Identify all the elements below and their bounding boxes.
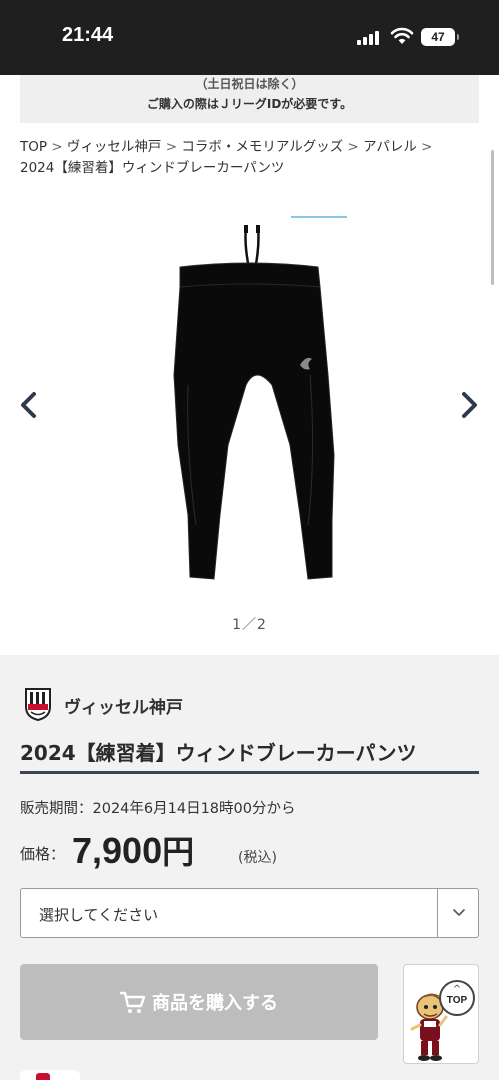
breadcrumb-separator: > bbox=[165, 139, 178, 155]
buy-button[interactable]: 商品を購入する bbox=[20, 964, 378, 1040]
title-divider bbox=[20, 771, 479, 774]
breadcrumb: TOP > ヴィッセル神戸 > コラボ・メモリアルグッズ > アパレル > 20… bbox=[20, 137, 480, 179]
price-currency: 円 bbox=[162, 833, 195, 871]
buy-button-label: 商品を購入する bbox=[152, 993, 278, 1014]
battery-icon: 47 bbox=[421, 28, 459, 46]
club-name[interactable]: ヴィッセル神戸 bbox=[64, 693, 183, 718]
gallery-active-indicator bbox=[291, 216, 347, 218]
club-emblem-icon bbox=[24, 687, 52, 722]
status-time: 21:44 bbox=[62, 24, 114, 46]
sale-period: 販売期間：2024年6月14日18時00分から bbox=[20, 801, 296, 817]
price-tax-note: (税込) bbox=[238, 850, 277, 866]
breadcrumb-subcategory[interactable]: アパレル bbox=[363, 139, 417, 155]
breadcrumb-separator: > bbox=[347, 139, 359, 155]
select-divider bbox=[437, 889, 438, 937]
breadcrumb-top[interactable]: TOP bbox=[20, 139, 47, 155]
product-image bbox=[160, 225, 340, 595]
back-to-top-widget[interactable]: ^ TOP bbox=[403, 964, 479, 1064]
notice-line-1: （土日祝日は除く） bbox=[195, 77, 304, 91]
status-bar: 21:44 47 bbox=[0, 0, 499, 75]
buy-button-content: 商品を購入する bbox=[20, 989, 378, 1015]
breadcrumb-category[interactable]: コラボ・メモリアルグッズ bbox=[181, 139, 343, 155]
breadcrumb-club[interactable]: ヴィッセル神戸 bbox=[67, 139, 162, 155]
back-to-top-button[interactable]: ^ TOP bbox=[439, 980, 475, 1016]
signal-icon bbox=[357, 31, 383, 45]
cart-icon bbox=[120, 991, 146, 1013]
chevron-right-icon bbox=[462, 392, 477, 418]
price-value: 7,900円 bbox=[72, 827, 194, 873]
notice-banner: （土日祝日は除く） ご購入の際はＪリーグIDが必要です。 bbox=[20, 75, 479, 123]
next-section-peek bbox=[20, 1070, 80, 1080]
variant-select-value: 選択してください bbox=[39, 906, 159, 924]
back-to-top-label: TOP bbox=[446, 995, 468, 1006]
variant-select[interactable]: 選択してください bbox=[20, 888, 479, 938]
breadcrumb-separator: > bbox=[51, 139, 63, 155]
breadcrumb-current: 2024【練習着】ウィンドブレーカーパンツ bbox=[20, 160, 285, 176]
notice-line-2: ご購入の際はＪリーグIDが必要です。 bbox=[146, 97, 353, 111]
gallery-next-button[interactable] bbox=[456, 390, 482, 420]
gallery-prev-button[interactable] bbox=[16, 390, 42, 420]
product-info-panel: ヴィッセル神戸 2024【練習着】ウィンドブレーカーパンツ 販売期間：2024年… bbox=[0, 655, 499, 1080]
product-title: 2024【練習着】ウィンドブレーカーパンツ bbox=[20, 741, 417, 765]
breadcrumb-separator: > bbox=[421, 139, 433, 155]
price-label: 価格： bbox=[20, 845, 66, 863]
gallery-pager: 1／2 bbox=[232, 617, 267, 633]
product-gallery: 1／2 bbox=[0, 190, 499, 650]
chevron-left-icon bbox=[21, 392, 36, 418]
chevron-up-icon: ^ bbox=[452, 984, 462, 995]
wifi-icon bbox=[390, 27, 414, 45]
chevron-down-icon bbox=[453, 909, 465, 917]
price-number: 7,900 bbox=[72, 830, 163, 871]
